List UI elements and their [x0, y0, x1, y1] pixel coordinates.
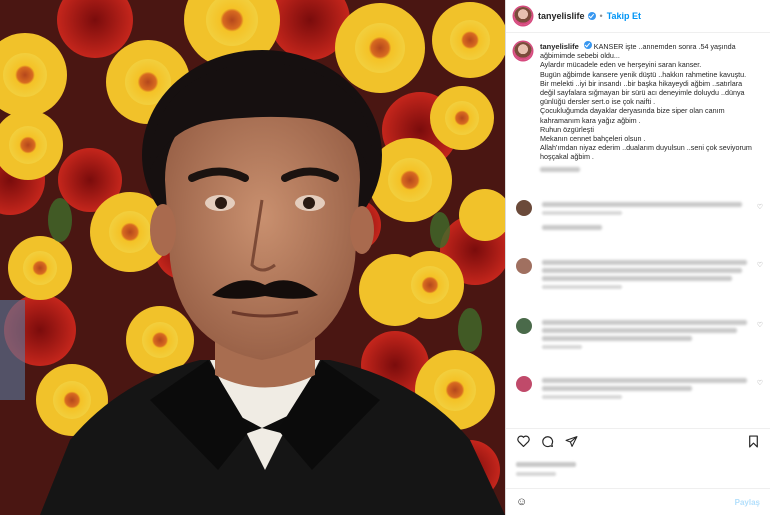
add-comment-bar: ☺ Paylaş [506, 488, 770, 515]
post-photo[interactable] [0, 0, 505, 515]
caption-avatar[interactable] [514, 42, 532, 60]
caption-line-10: Mekanın cennet bahçeleri olsun . [540, 134, 646, 144]
avatar[interactable] [514, 7, 532, 25]
comment-text [542, 328, 737, 333]
comment-like-icon[interactable]: ♡ [757, 203, 763, 211]
comment-avatar[interactable] [516, 258, 532, 274]
post-image [0, 0, 505, 515]
separator: • [599, 11, 603, 21]
comment-like-icon[interactable]: ♡ [757, 379, 763, 387]
post-side-panel: tanyelislife • Takip Et tanyelislife KAN… [505, 0, 770, 515]
comment-avatar[interactable] [516, 376, 532, 392]
comment-body [542, 200, 752, 233]
comment-body [542, 376, 752, 399]
comment-avatar[interactable] [516, 200, 532, 216]
share-icon[interactable] [564, 434, 578, 448]
comment-item: ♡ [516, 258, 763, 289]
comment-item: ♡ [516, 200, 763, 233]
comment-meta [542, 285, 622, 289]
comment-body [542, 318, 752, 349]
caption-line-1: ağbimimde sebebi oldu... [540, 51, 620, 61]
comment-input[interactable] [537, 496, 722, 508]
caption-username[interactable]: tanyelislife [540, 42, 579, 51]
comment-text [542, 320, 747, 325]
comment-body [542, 258, 752, 289]
likes-count[interactable] [516, 462, 576, 467]
comment-like-icon[interactable]: ♡ [757, 261, 763, 269]
comment-text [542, 268, 742, 273]
smile-icon[interactable]: ☺ [516, 496, 527, 508]
heart-icon[interactable] [516, 434, 530, 448]
comment-text [542, 260, 747, 265]
username[interactable]: tanyelislife [538, 11, 585, 21]
caption-line-2: Aylardır mücadele eden ve herşeyini sara… [540, 60, 702, 70]
actions-divider [506, 428, 770, 429]
comment-text [542, 378, 747, 383]
comment-icon[interactable] [540, 434, 554, 448]
caption-line-11: Allah'ımdan niyaz ederim ..dualarım duyu… [540, 143, 752, 153]
comment-meta [542, 345, 582, 349]
comment-text [542, 276, 732, 281]
caption-line-4: Bir melekti ..iyi bir insandı ..bir başk… [540, 78, 743, 88]
caption-text: tanyelislife KANSER işte ..annemden sonr… [540, 41, 760, 175]
post-date [516, 472, 556, 476]
caption-line-0: KANSER işte ..annemden sonra .54 yaşında [593, 42, 736, 51]
post-comment-button[interactable]: Paylaş [735, 498, 760, 507]
comment-text [542, 202, 742, 207]
comment-meta [542, 211, 622, 215]
caption-line-6: günlüğü dersler sert.o ise çok naifti . [540, 97, 656, 107]
caption: tanyelislife KANSER işte ..annemden sonr… [506, 33, 770, 175]
caption-line-7: Çocukluğumda dayaklar deryasında bize si… [540, 106, 725, 116]
verified-icon [587, 12, 596, 20]
comment-avatar[interactable] [516, 318, 532, 334]
view-replies-link[interactable] [542, 225, 602, 230]
comment-item: ♡ [516, 376, 763, 399]
caption-timestamp [540, 166, 580, 172]
comment-meta [542, 395, 622, 399]
post-header: tanyelislife • Takip Et [506, 0, 770, 33]
caption-line-9: Ruhun özgürleşti [540, 124, 594, 134]
comment-text [542, 386, 692, 391]
post-actions [516, 434, 578, 448]
verified-icon [583, 41, 592, 49]
comment-text [542, 336, 692, 341]
caption-line-12: hoşçakal ağbim . [540, 152, 594, 162]
follow-button[interactable]: Takip Et [607, 11, 641, 21]
caption-line-3: Bugün ağbimde kansere yenik düştü ..hakk… [540, 69, 747, 79]
comment-item: ♡ [516, 318, 763, 349]
comment-like-icon[interactable]: ♡ [757, 321, 763, 329]
caption-line-8: kahramanım kara yağız ağbim . [540, 115, 641, 125]
caption-line-5: değil sayfalara sığmayan bir sürü acı de… [540, 88, 745, 98]
bookmark-icon[interactable] [746, 434, 760, 448]
